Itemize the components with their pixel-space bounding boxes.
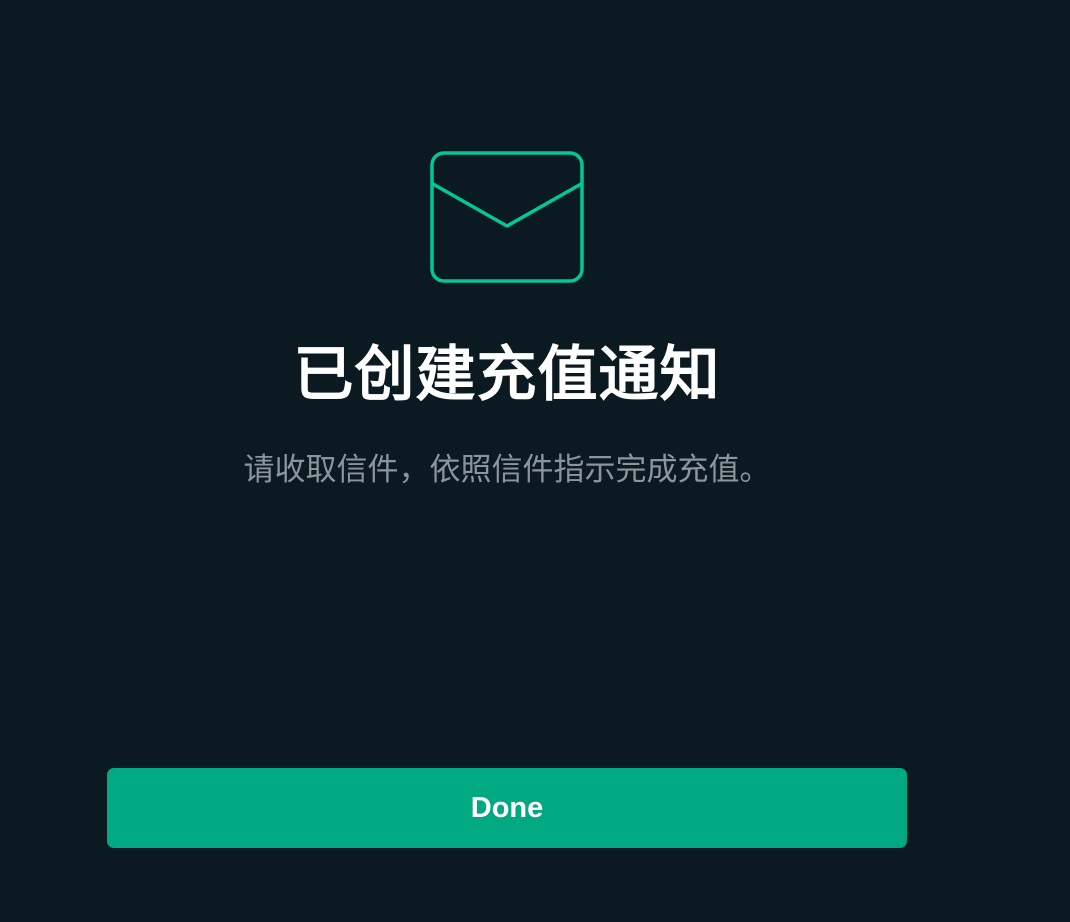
dialog-title: 已创建充值通知 <box>293 340 721 410</box>
done-button[interactable]: Done <box>107 768 907 848</box>
envelope-icon <box>429 150 585 284</box>
notification-dialog: 已创建充值通知 请收取信件，依照信件指示完成充值。 Done <box>0 0 1070 922</box>
dialog-subtitle: 请收取信件，依照信件指示完成充值。 <box>243 452 771 488</box>
